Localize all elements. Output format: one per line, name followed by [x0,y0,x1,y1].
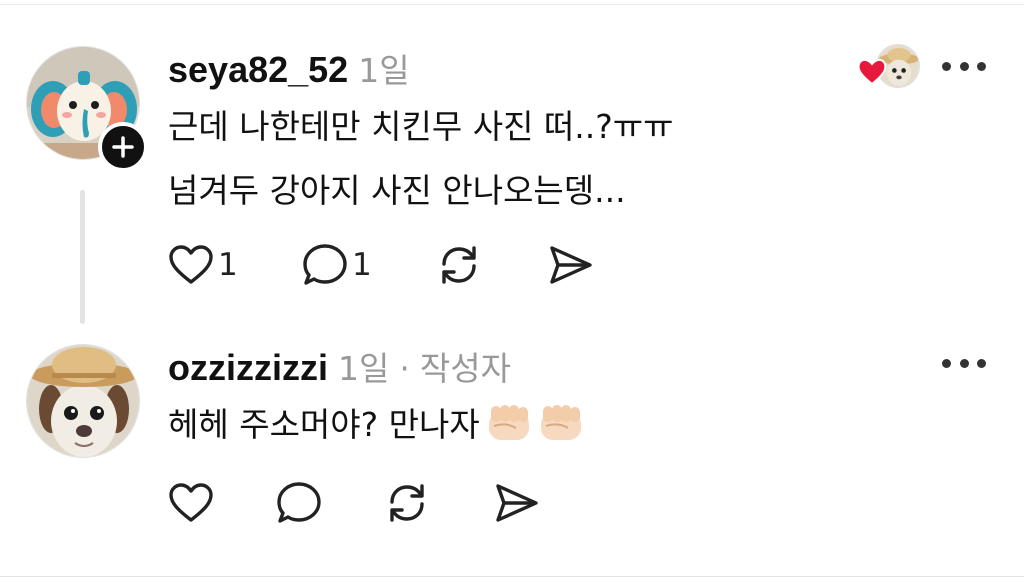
more-dot [977,358,986,368]
fist-emoji-icon [486,402,532,460]
username[interactable]: seya82_52 [168,49,348,91]
timestamp: 1일 [338,349,390,388]
more-dot [977,61,986,71]
like-action[interactable]: 1 [168,244,302,286]
more-dot [942,358,951,368]
more-dot [942,61,951,71]
avatar-ozzizzizzi[interactable] [26,344,140,458]
repost-action[interactable] [384,480,494,526]
send-icon [496,484,538,522]
more-dot [959,358,969,368]
heart-icon [169,483,213,522]
reply-action[interactable]: 1 [302,243,436,287]
liked-by-author-indicator[interactable] [856,42,922,90]
repost-icon [390,484,424,522]
reply-thread: seya82_52 1일 근데 나한테만 치킨무 사진 떠..?ㅠㅠ 넘겨두 강… [0,0,1024,580]
post-actions: 1 1 [168,242,594,288]
heart-icon [169,245,213,284]
comment-bubble-icon [303,244,347,285]
more-dot [959,61,969,71]
bottom-divider [0,576,1024,577]
more-options-button[interactable] [942,353,986,373]
fist-emoji-icon [538,402,584,460]
like-count: 1 [218,247,238,283]
share-action[interactable] [494,481,540,525]
like-action[interactable] [168,482,276,524]
post-actions [168,480,540,526]
comment-bubble-icon [277,482,321,523]
timestamp: 1일 [358,51,410,90]
post-meta: ozzizzizzi 1일 · 작성자 [168,342,584,390]
send-icon [550,246,592,284]
reply-action[interactable] [276,481,384,525]
post-text-line: 헤헤 주소머야? 만나자 [168,398,584,460]
heart-filled-icon [857,58,887,86]
dog-with-straw-hat-avatar-icon [27,345,139,457]
post-text-line: 근데 나한테만 치킨무 사진 떠..?ㅠㅠ [168,107,674,146]
meta-separator: · [399,349,410,388]
post-text: 헤헤 주소머야? 만나자 [168,405,480,444]
plus-icon [112,136,134,158]
author-tag: 작성자 [419,349,511,388]
share-action[interactable] [548,243,594,287]
username[interactable]: ozzizzizzi [168,347,328,389]
post-meta: seya82_52 1일 [168,44,674,92]
follow-button[interactable] [98,122,148,172]
reply-post: seya82_52 1일 근데 나한테만 치킨무 사진 떠..?ㅠㅠ 넘겨두 강… [168,44,674,218]
repost-action[interactable] [436,242,548,288]
thread-connector-line [80,190,85,324]
reply-post: ozzizzizzi 1일 · 작성자 헤헤 주소머야? 만나자 [168,342,584,460]
post-body: 헤헤 주소머야? 만나자 [168,398,584,460]
post-body: 근데 나한테만 치킨무 사진 떠..?ㅠㅠ 넘겨두 강아지 사진 안나오는뎅..… [168,100,674,218]
reply-count: 1 [352,247,372,283]
more-options-button[interactable] [942,56,986,76]
post-text-line: 넘겨두 강아지 사진 안나오는뎅... [168,171,626,210]
repost-icon [442,246,476,284]
